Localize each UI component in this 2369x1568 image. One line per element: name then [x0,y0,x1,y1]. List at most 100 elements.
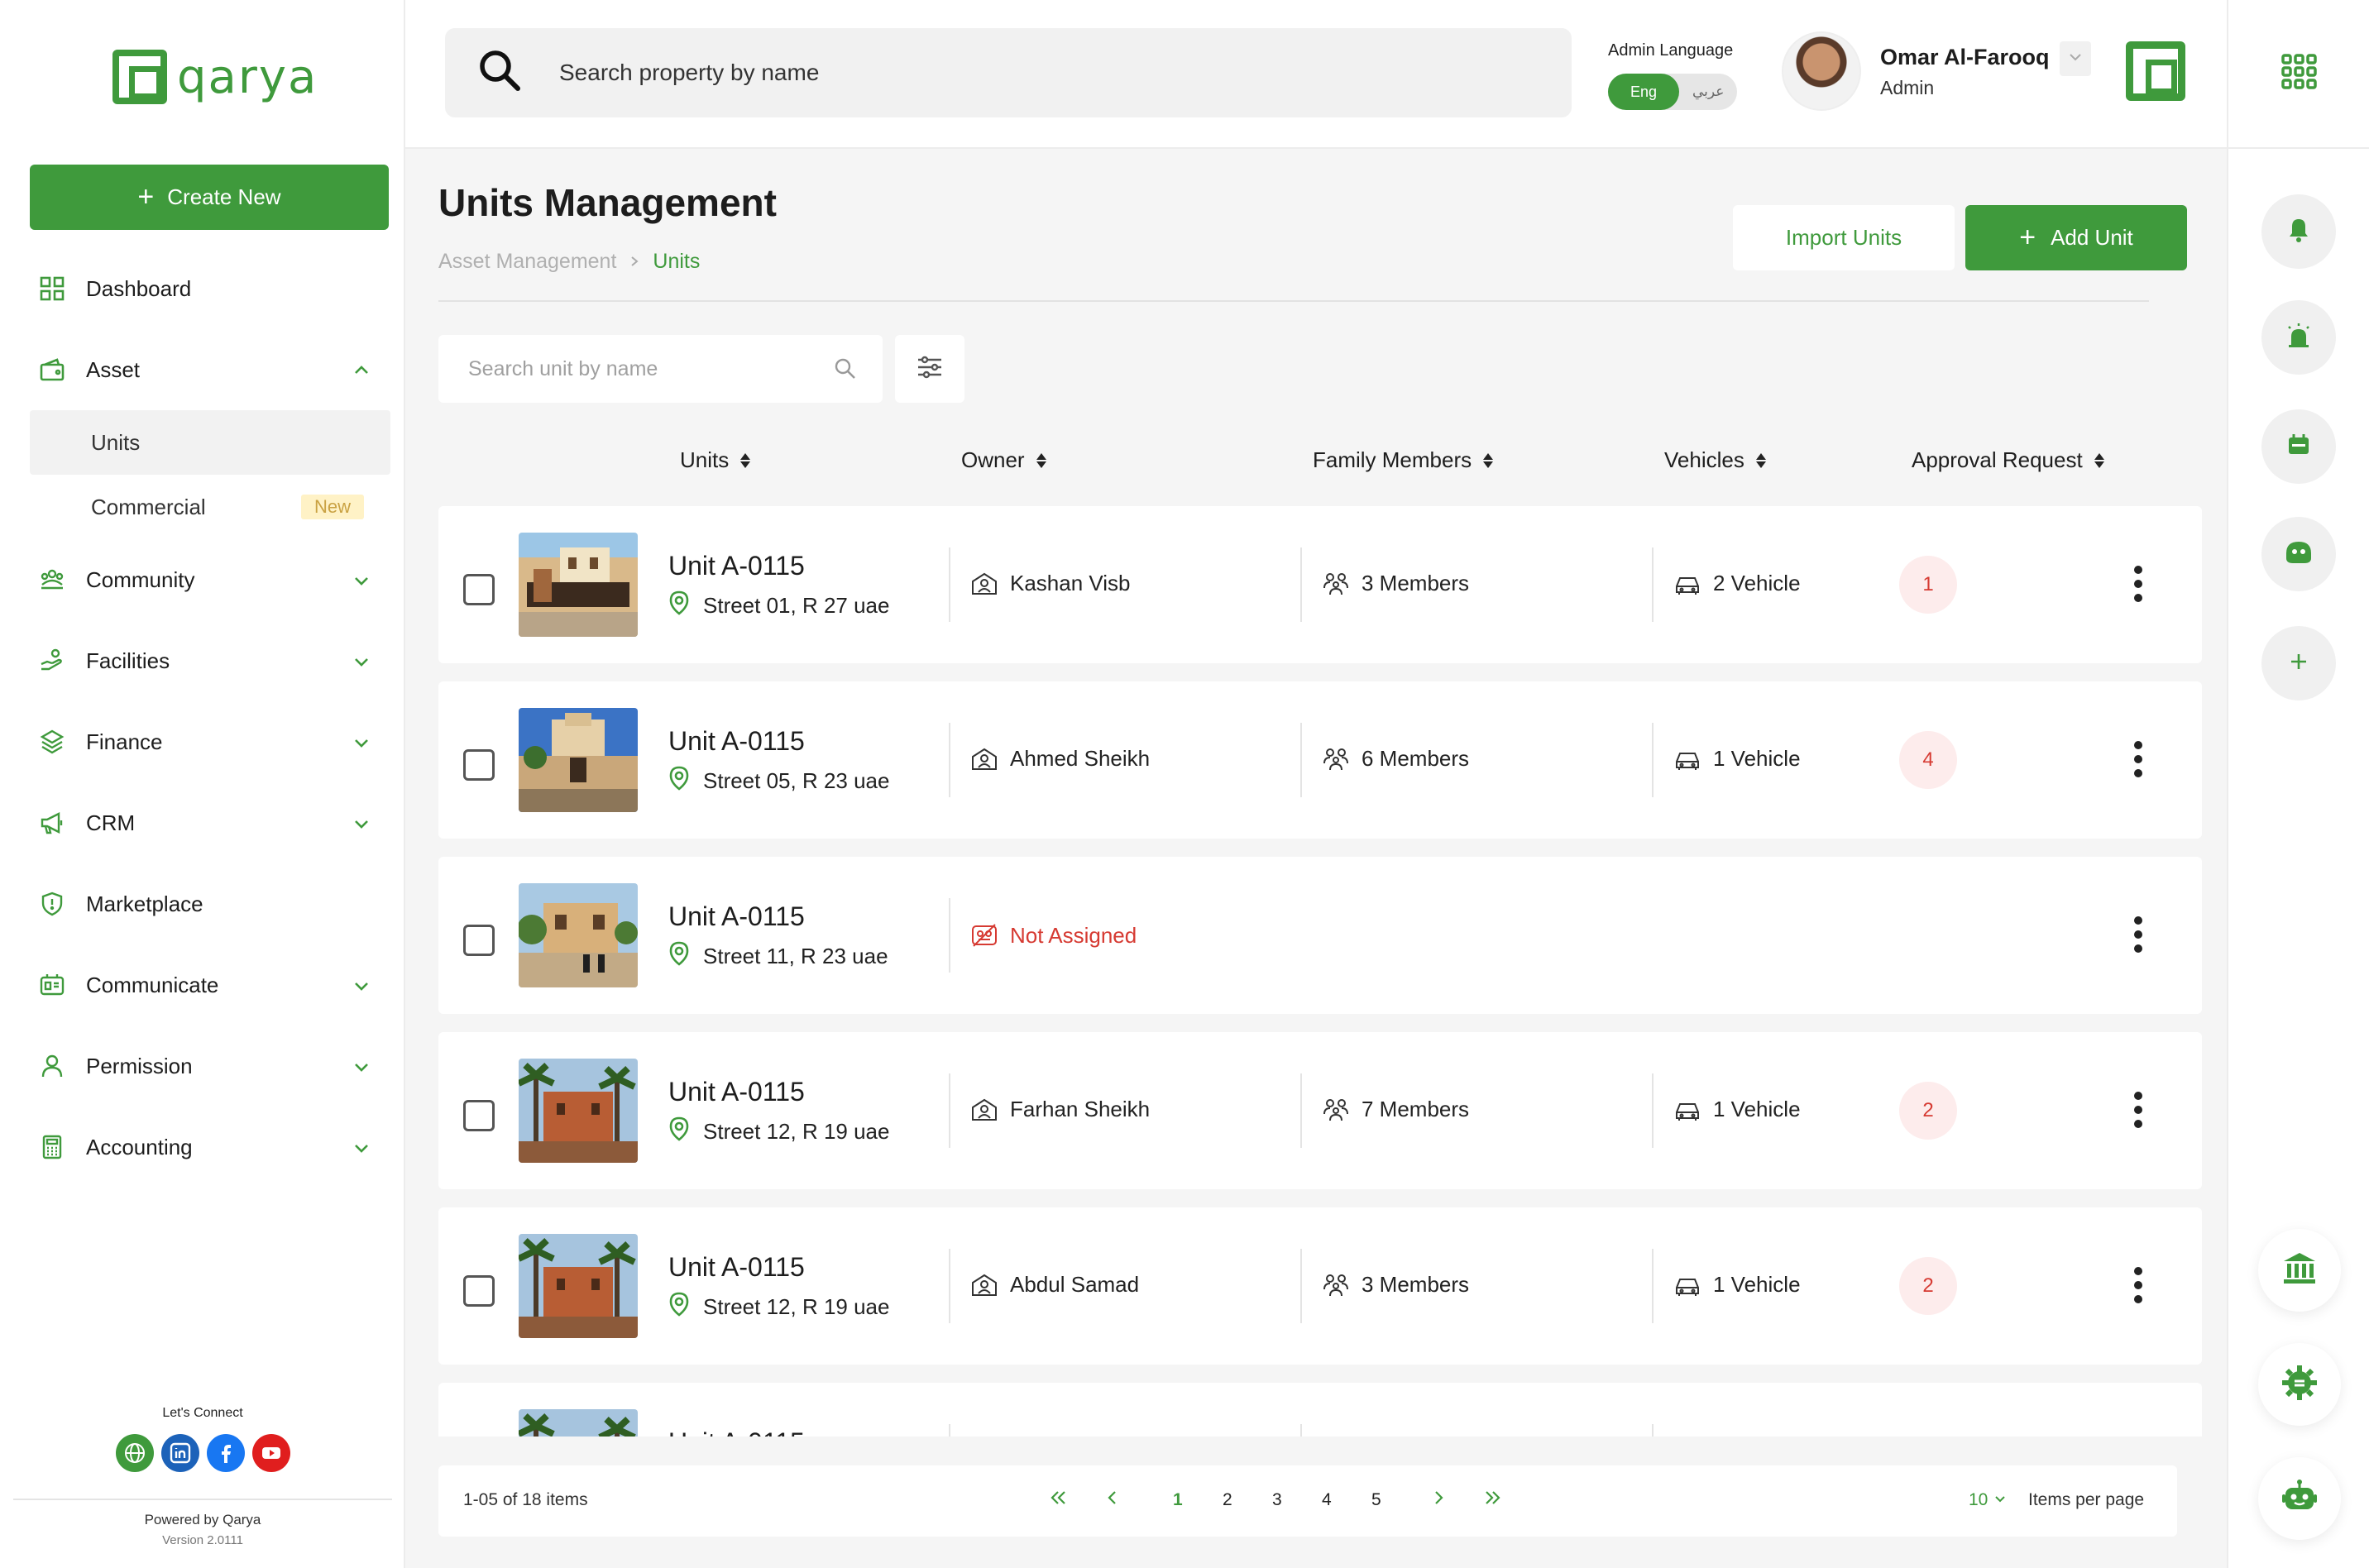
row-checkbox[interactable] [463,1275,495,1307]
alarm-button[interactable] [2261,300,2336,375]
more-options-icon[interactable] [2134,1092,2144,1128]
brand-square-icon[interactable] [2126,41,2185,101]
first-page-icon[interactable] [1047,1487,1069,1514]
column-header-family-members[interactable]: Family Members [1313,447,1494,473]
more-options-icon[interactable] [2134,566,2144,602]
members-cell: 7 Members [1322,1097,1469,1122]
more-options-icon[interactable] [2134,741,2144,777]
user-dropdown[interactable] [2060,41,2091,76]
sidebar-item-label: Accounting [86,1134,193,1159]
sidebar-item-label: Marketplace [86,891,203,916]
more-options-icon[interactable] [2134,1267,2144,1303]
apps-grid-icon [2280,52,2319,96]
items-per-page-select[interactable]: 10 [1969,1490,2008,1510]
unit-name[interactable]: Unit A-0115 [668,551,805,581]
sidebar-item-dashboard[interactable]: Dashboard [30,248,389,329]
add-shortcut-button[interactable] [2261,626,2336,700]
breadcrumb-parent[interactable]: Asset Management [438,250,616,274]
filter-button[interactable] [895,335,964,403]
chevron-down-icon[interactable] [352,1056,371,1082]
chevron-down-icon[interactable] [352,651,371,676]
sidebar-item-label: Dashboard [86,275,192,301]
row-checkbox[interactable] [463,574,495,605]
chevron-down-icon[interactable] [352,570,371,595]
linkedin-icon[interactable] [161,1434,199,1472]
more-options-icon[interactable] [2134,916,2144,953]
sidebar-item-asset[interactable]: Asset [30,329,389,410]
table-row[interactable]: Unit A-0115 Street 12, R 19 uae Farhan S… [438,1032,2202,1189]
create-new-button[interactable]: + Create New [30,165,389,230]
approval-badge[interactable]: 2 [1899,1082,1957,1140]
language-arabic[interactable]: عربي [1692,84,1724,100]
table-row[interactable]: Unit A-0115 Street 01, R 27 uae Kashan V… [438,506,2202,663]
table-row[interactable]: Unit A-0115 Street 05, R 23 uae Ahmed Sh… [438,681,2202,839]
helpdesk-button[interactable] [2261,517,2336,591]
last-page-icon[interactable] [1482,1487,1504,1514]
settings-button[interactable] [2258,1343,2341,1426]
approval-badge[interactable]: 2 [1899,1257,1957,1315]
approval-badge[interactable]: 1 [1899,556,1957,614]
page-number-5[interactable]: 5 [1371,1490,1381,1510]
page-number-2[interactable]: 2 [1223,1490,1232,1510]
row-checkbox[interactable] [463,749,495,781]
apps-grid-button[interactable] [2228,0,2369,149]
plus-icon [2288,651,2309,676]
calendar-button[interactable] [2261,409,2336,484]
chevron-down-icon[interactable] [352,975,371,1001]
page-number-4[interactable]: 4 [1322,1490,1332,1510]
column-header-vehicles[interactable]: Vehicles [1664,447,1766,473]
user-info[interactable]: Omar Al-Farooq Admin [1880,45,2050,99]
globe-icon[interactable] [116,1434,154,1472]
approval-badge[interactable]: 4 [1899,731,1957,789]
sidebar-subitem-units[interactable]: Units [30,410,390,475]
unit-search-input[interactable]: Search unit by name [438,335,883,403]
chatbot-button[interactable] [2258,1457,2341,1540]
row-checkbox[interactable] [463,1100,495,1131]
sidebar-item-permission[interactable]: Permission [30,1025,389,1107]
youtube-icon[interactable] [252,1434,290,1472]
property-search[interactable]: Search property by name [445,28,1572,117]
table-row[interactable]: Unit A-0115 [438,1383,2202,1437]
sidebar-item-finance[interactable]: Finance [30,701,389,782]
sidebar-item-community[interactable]: Community [30,539,389,620]
owner-name: Abdul Samad [1010,1272,1140,1297]
chevron-down-icon[interactable] [352,813,371,839]
language-eng[interactable]: Eng [1608,74,1679,110]
page-number-3[interactable]: 3 [1272,1490,1282,1510]
unit-name[interactable]: Unit A-0115 [668,726,805,757]
sidebar-item-communicate[interactable]: Communicate [30,944,389,1025]
column-header-owner[interactable]: Owner [961,447,1046,473]
table-row[interactable]: Unit A-0115 Street 11, R 23 uae Not Assi… [438,857,2202,1014]
logo[interactable]: qarya [112,50,318,104]
chevron-down-icon[interactable] [352,732,371,758]
column-divider [1652,1424,1654,1437]
chevron-down-icon[interactable] [352,1137,371,1163]
column-header-approval-request[interactable]: Approval Request [1912,447,2104,473]
sidebar-item-facilities[interactable]: Facilities [30,620,389,701]
notification-button[interactable] [2261,194,2336,269]
sidebar-item-accounting[interactable]: Accounting [30,1107,389,1188]
language-toggle[interactable]: Eng عربي [1608,74,1737,110]
sidebar-subitem-commercial[interactable]: Commercial New [30,475,389,539]
unit-name[interactable]: Unit A-0115 [668,1252,805,1283]
import-units-button[interactable]: Import Units [1733,205,1955,270]
chevron-down-icon [2067,49,2084,69]
page-number-1[interactable]: 1 [1173,1490,1183,1510]
avatar[interactable] [1782,31,1861,111]
table-row[interactable]: Unit A-0115 Street 12, R 19 uae Abdul Sa… [438,1207,2202,1365]
unit-name[interactable]: Unit A-0115 [668,901,805,932]
sidebar-item-marketplace[interactable]: Marketplace [30,863,389,944]
next-page-icon[interactable] [1428,1487,1449,1514]
facebook-icon[interactable] [207,1434,245,1472]
unit-name[interactable]: Unit A-0115 [668,1077,805,1107]
unit-name[interactable]: Unit A-0115 [668,1427,805,1437]
chevron-up-icon[interactable] [352,360,371,385]
unit-thumbnail [519,708,638,812]
prev-page-icon[interactable] [1102,1487,1123,1514]
row-checkbox[interactable] [463,925,495,956]
bank-button[interactable] [2258,1229,2341,1312]
unit-address: Street 11, R 23 uae [668,941,888,972]
sidebar-item-crm[interactable]: CRM [30,782,389,863]
add-unit-button[interactable]: + Add Unit [1965,205,2187,270]
column-header-units[interactable]: Units [680,447,751,473]
